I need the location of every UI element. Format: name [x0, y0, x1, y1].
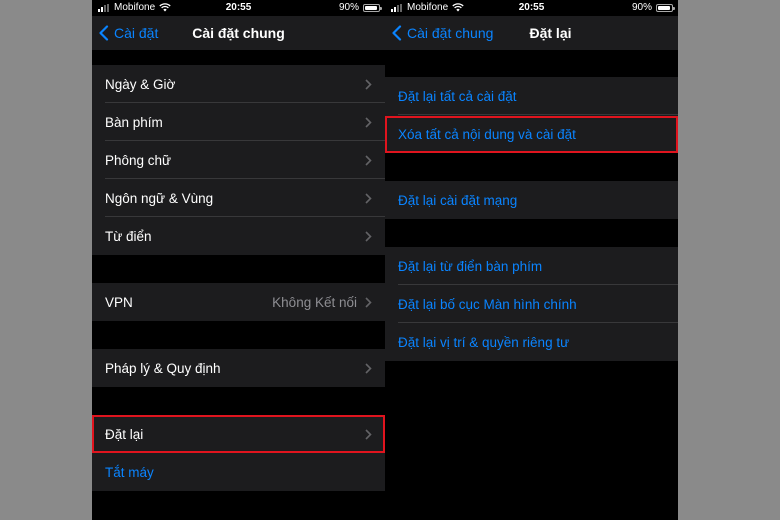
- settings-group: Ngày & Giờ Bàn phím Phông chữ Ngôn ngữ &…: [92, 65, 385, 255]
- reset-group: Đặt lại từ điển bàn phím Đặt lại bố cục …: [385, 247, 678, 361]
- row-label: Phông chữ: [105, 152, 172, 168]
- reset-all-settings-button[interactable]: Đặt lại tất cả cài đặt: [385, 77, 678, 115]
- settings-group: Đặt lại Tắt máy: [92, 415, 385, 491]
- back-button-label: Cài đặt: [114, 25, 159, 41]
- row-reset[interactable]: Đặt lại: [92, 415, 385, 453]
- row-vpn[interactable]: VPN Không Kết nối: [92, 283, 385, 321]
- row-legal-regulatory[interactable]: Pháp lý & Quy định: [92, 349, 385, 387]
- row-label: Xóa tất cả nội dung và cài đặt: [398, 126, 576, 142]
- row-label: Pháp lý & Quy định: [105, 360, 221, 376]
- row-dictionary[interactable]: Từ điển: [92, 217, 385, 255]
- navigation-bar: Cài đặt Cài đặt chung: [92, 16, 385, 50]
- row-label: Bàn phím: [105, 114, 163, 130]
- navigation-bar: Cài đặt chung Đặt lại: [385, 16, 678, 50]
- reset-group: Đặt lại cài đặt mạng: [385, 181, 678, 219]
- chevron-right-icon: [365, 117, 372, 128]
- reset-location-privacy-button[interactable]: Đặt lại vị trí & quyền riêng tư: [385, 323, 678, 361]
- general-settings-screen: Mobifone 20:55 90% Cài đặt Cài đặt chung…: [92, 0, 385, 520]
- row-label: Đặt lại tất cả cài đặt: [398, 88, 517, 104]
- row-label: Đặt lại bố cục Màn hình chính: [398, 296, 577, 312]
- chevron-right-icon: [365, 297, 372, 308]
- status-bar: Mobifone 20:55 90%: [385, 0, 678, 16]
- row-label: Đặt lại từ điển bàn phím: [398, 258, 543, 274]
- status-bar: Mobifone 20:55 90%: [92, 0, 385, 16]
- reset-keyboard-dictionary-button[interactable]: Đặt lại từ điển bàn phím: [385, 247, 678, 285]
- row-label: Ngày & Giờ: [105, 76, 176, 92]
- row-date-time[interactable]: Ngày & Giờ: [92, 65, 385, 103]
- battery-icon: [363, 3, 382, 12]
- row-label: Đặt lại cài đặt mạng: [398, 192, 518, 208]
- row-label: VPN: [105, 294, 133, 310]
- battery-icon: [656, 3, 675, 12]
- back-button-label: Cài đặt chung: [407, 25, 494, 41]
- erase-all-content-settings-button[interactable]: Xóa tất cả nội dung và cài đặt: [385, 115, 678, 153]
- row-label: Tắt máy: [105, 464, 154, 480]
- row-label: Ngôn ngữ & Vùng: [105, 190, 214, 206]
- shut-down-button[interactable]: Tắt máy: [92, 453, 385, 491]
- reset-home-screen-layout-button[interactable]: Đặt lại bố cục Màn hình chính: [385, 285, 678, 323]
- row-label: Đặt lại vị trí & quyền riêng tư: [398, 334, 570, 350]
- row-language-region[interactable]: Ngôn ngữ & Vùng: [92, 179, 385, 217]
- row-fonts[interactable]: Phông chữ: [92, 141, 385, 179]
- vpn-status-value: Không Kết nối: [272, 295, 357, 310]
- battery-percent: 90%: [631, 2, 652, 13]
- chevron-right-icon: [365, 429, 372, 440]
- chevron-right-icon: [365, 79, 372, 90]
- settings-group: VPN Không Kết nối: [92, 283, 385, 321]
- back-button[interactable]: Cài đặt: [98, 25, 158, 41]
- settings-group: Pháp lý & Quy định: [92, 349, 385, 387]
- back-button[interactable]: Cài đặt chung: [391, 25, 493, 41]
- chevron-right-icon: [365, 155, 372, 166]
- row-keyboard[interactable]: Bàn phím: [92, 103, 385, 141]
- chevron-right-icon: [365, 363, 372, 374]
- reset-group: Đặt lại tất cả cài đặt Xóa tất cả nội du…: [385, 77, 678, 153]
- chevron-left-icon: [99, 25, 109, 41]
- reset-network-settings-button[interactable]: Đặt lại cài đặt mạng: [385, 181, 678, 219]
- row-label: Từ điển: [105, 228, 152, 244]
- reset-screen: Mobifone 20:55 90% Cài đặt chung Đặt lại…: [385, 0, 678, 520]
- chevron-right-icon: [365, 231, 372, 242]
- row-label: Đặt lại: [105, 426, 144, 442]
- chevron-left-icon: [392, 25, 402, 41]
- chevron-right-icon: [365, 193, 372, 204]
- battery-percent: 90%: [338, 2, 359, 13]
